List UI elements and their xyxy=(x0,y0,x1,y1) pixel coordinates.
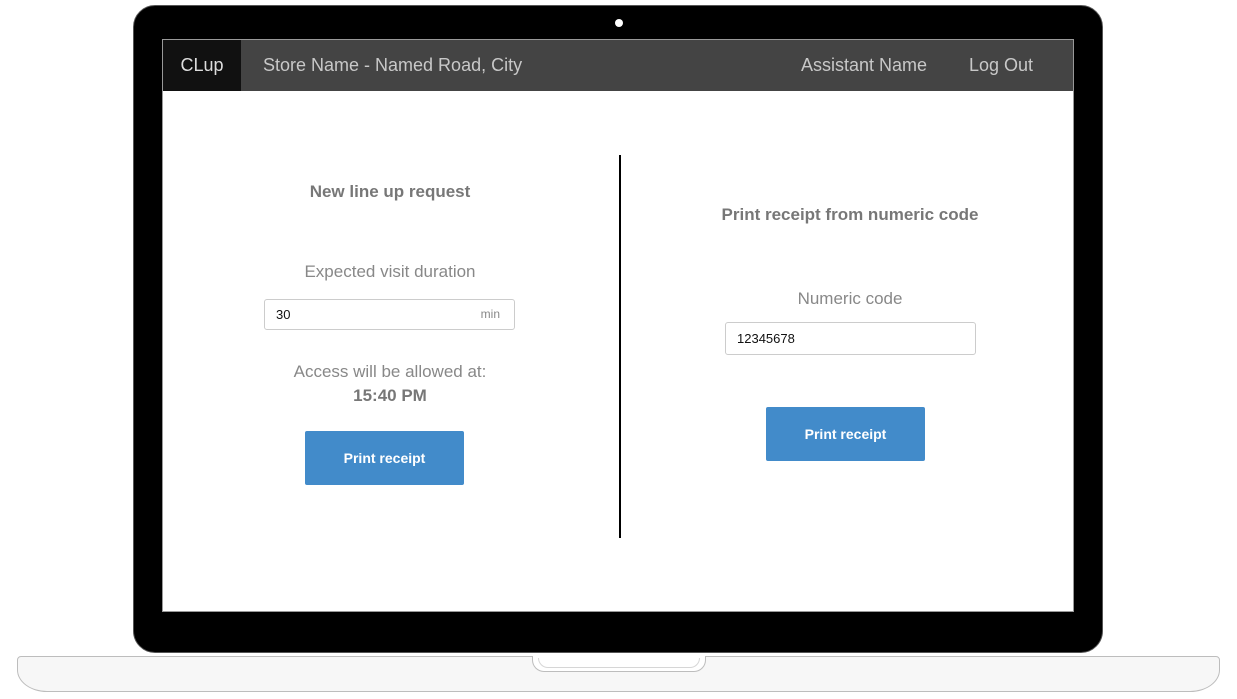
visit-duration-unit: min xyxy=(480,307,500,321)
access-allowed-label: Access will be allowed at: xyxy=(293,362,487,381)
camera-icon xyxy=(615,19,623,27)
print-receipt-code-button[interactable]: Print receipt xyxy=(766,407,925,461)
visit-duration-input[interactable]: 30 min xyxy=(264,299,515,330)
app-screen: CLup Store Name - Named Road, City Assis… xyxy=(162,39,1074,612)
numeric-code-label: Numeric code xyxy=(797,289,903,308)
access-time: 15:40 PM xyxy=(353,386,427,405)
store-name: Store Name - Named Road, City xyxy=(263,55,523,75)
numeric-code-input[interactable]: 12345678 xyxy=(725,322,976,355)
laptop-notch-inner xyxy=(538,658,700,668)
print-receipt-button[interactable]: Print receipt xyxy=(305,431,464,485)
line-up-request-title: New line up request xyxy=(309,182,471,201)
visit-duration-label: Expected visit duration xyxy=(304,262,476,281)
visit-duration-value: 30 xyxy=(276,307,291,322)
print-from-code-title: Print receipt from numeric code xyxy=(721,205,979,224)
navbar: CLup Store Name - Named Road, City Assis… xyxy=(163,40,1073,91)
numeric-code-value: 12345678 xyxy=(737,331,795,346)
logout-link[interactable]: Log Out xyxy=(969,40,1033,91)
panel-divider xyxy=(619,155,621,538)
brand-logo[interactable]: CLup xyxy=(163,40,241,91)
assistant-name[interactable]: Assistant Name xyxy=(801,40,927,91)
